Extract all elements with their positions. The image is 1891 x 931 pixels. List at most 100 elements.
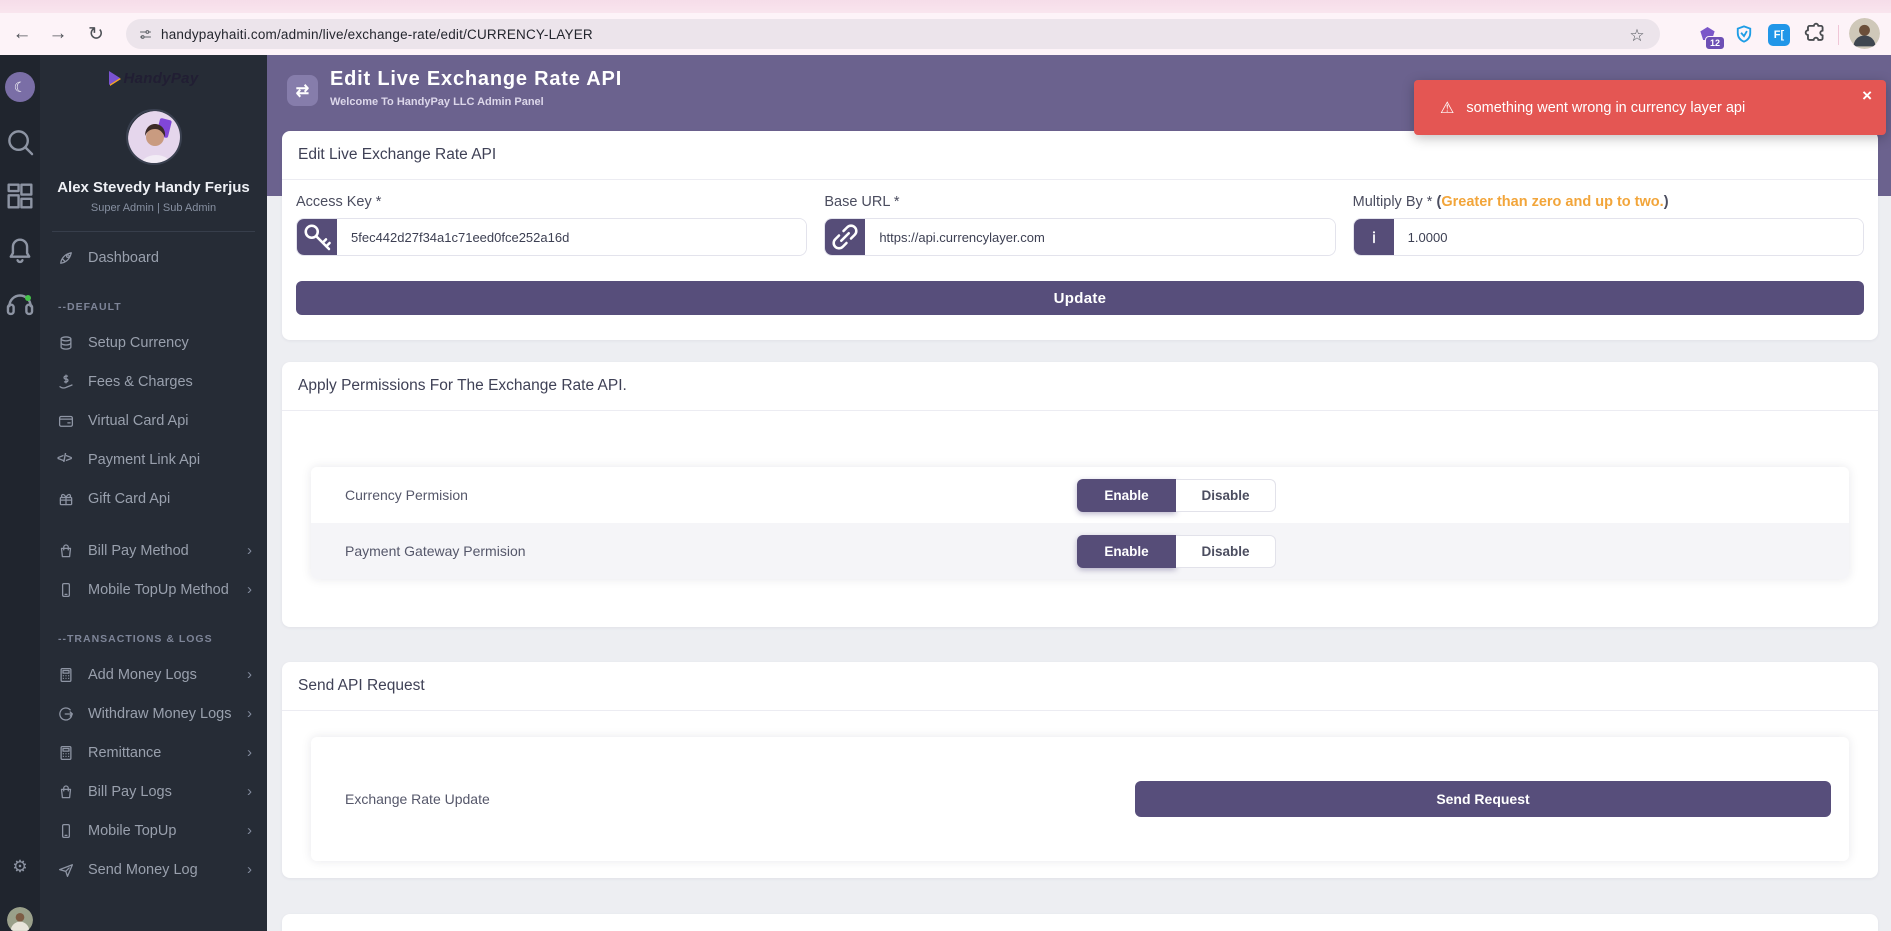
sidebar-item-gift-card-api[interactable]: Gift Card Api (40, 479, 267, 518)
coins-icon (57, 334, 75, 352)
permissions-card: Apply Permissions For The Exchange Rate … (282, 362, 1878, 627)
reload-button[interactable]: ↻ (82, 20, 110, 48)
access-key-label: Access Key (296, 194, 372, 210)
page-title: Edit Live Exchange Rate API (330, 68, 622, 91)
permission-row-payment-gateway: Payment Gateway Permision Enable Disable (311, 523, 1849, 579)
bookmark-star-icon[interactable]: ☆ (1623, 22, 1651, 50)
forward-button[interactable]: → (44, 20, 72, 48)
next-card-partial (282, 914, 1878, 931)
sidebar-item-setup-currency[interactable]: Setup Currency (40, 323, 267, 362)
browser-toolbar: ← → ↻ handypayhaiti.com/admin/live/excha… (0, 13, 1891, 55)
link-icon (825, 219, 865, 255)
icon-rail: ☾ ⚙ (0, 55, 40, 931)
browser-profile-avatar[interactable] (1849, 18, 1880, 49)
warning-icon: ⚠ (1440, 98, 1454, 118)
permission-row-currency: Currency Permision Enable Disable (311, 467, 1849, 523)
send-api-request-title: Send API Request (282, 662, 1878, 711)
settings-gear-icon[interactable]: ⚙ (0, 850, 40, 884)
chevron-right-icon: › (247, 581, 252, 598)
sidebar-menu: Dashboard --DEFAULT Setup Currency Fees … (40, 238, 267, 889)
main-content: ⇄ Edit Live Exchange Rate API Welcome To… (267, 55, 1891, 931)
address-bar[interactable]: handypayhaiti.com/admin/live/exchange-ra… (126, 19, 1660, 49)
update-button[interactable]: Update (296, 281, 1864, 315)
rail-user-avatar[interactable] (7, 907, 33, 931)
toast-close-icon[interactable]: × (1862, 86, 1872, 106)
code-icon: </> (57, 451, 75, 469)
handypay-logo[interactable]: HandyPay (40, 55, 267, 101)
chevron-right-icon: › (247, 822, 252, 839)
wallet-icon (57, 412, 75, 430)
exchange-icon: ⇄ (287, 75, 318, 106)
currency-disable-button[interactable]: Disable (1176, 479, 1276, 512)
shield-extension-icon[interactable] (1731, 21, 1757, 47)
multiply-by-label: Multiply By (1353, 194, 1423, 210)
permissions-card-title: Apply Permissions For The Exchange Rate … (282, 362, 1878, 411)
chevron-right-icon: › (247, 744, 252, 761)
extensions-puzzle-icon[interactable] (1802, 21, 1828, 47)
sidebar-item-mobile-topup-method[interactable]: Mobile TopUp Method › (40, 570, 267, 609)
sidebar-item-remittance[interactable]: Remittance › (40, 733, 267, 772)
toolbar-separator (1838, 25, 1839, 45)
user-name: Alex Stevedy Handy Ferjus (40, 179, 267, 196)
payment-gateway-disable-button[interactable]: Disable (1176, 535, 1276, 568)
info-icon (1354, 219, 1394, 255)
withdraw-arrow-icon (57, 705, 75, 723)
sidebar-section-default: --DEFAULT (40, 277, 267, 323)
gift-icon (57, 490, 75, 508)
apps-grid-icon[interactable] (0, 179, 40, 213)
chevron-right-icon: › (247, 666, 252, 683)
base-url-input[interactable] (865, 219, 1334, 255)
user-role: Super Admin | Sub Admin (40, 202, 267, 214)
card-title: Edit Live Exchange Rate API (282, 131, 1878, 180)
site-info-icon[interactable] (138, 27, 153, 42)
sidebar-item-bill-pay-method[interactable]: Bill Pay Method › (40, 531, 267, 570)
sidebar-divider (52, 231, 255, 232)
sidebar-item-virtual-card-api[interactable]: Virtual Card Api (40, 401, 267, 440)
logo-text: HandyPay (124, 70, 199, 87)
sidebar-item-fees-charges[interactable]: Fees & Charges (40, 362, 267, 401)
sidebar-item-payment-link-api[interactable]: </> Payment Link Api (40, 440, 267, 479)
moon-icon: ☾ (14, 79, 27, 96)
shopping-bag-icon (57, 783, 75, 801)
send-request-button[interactable]: Send Request (1135, 781, 1831, 817)
admin-app: ☾ ⚙ HandyPay (0, 55, 1891, 931)
error-toast: ⚠ something went wrong in currency layer… (1414, 80, 1886, 135)
shopping-bag-icon (57, 542, 75, 560)
f-extension-icon[interactable]: F[ (1766, 21, 1792, 47)
online-status-dot (25, 295, 31, 301)
multiply-by-input[interactable] (1394, 219, 1863, 255)
dark-mode-toggle[interactable]: ☾ (5, 72, 35, 102)
extension-purple-icon[interactable]: 12 (1694, 21, 1720, 47)
tab-strip (0, 0, 1891, 13)
field-access-key: Access Key * (296, 194, 807, 256)
chevron-right-icon: › (247, 861, 252, 878)
chevron-right-icon: › (247, 542, 252, 559)
back-button[interactable]: ← (8, 20, 36, 48)
notifications-bell-icon[interactable] (0, 234, 40, 268)
toast-message: something went wrong in currency layer a… (1466, 100, 1745, 116)
sidebar: HandyPay Alex Stevedy Handy Ferjus Super… (40, 55, 267, 931)
fees-hand-dollar-icon (57, 373, 75, 391)
currency-permission-label: Currency Permision (345, 487, 468, 503)
edit-exchange-rate-card: Edit Live Exchange Rate API Access Key * (282, 131, 1878, 340)
payment-gateway-permission-label: Payment Gateway Permision (345, 543, 526, 559)
sidebar-item-add-money-logs[interactable]: Add Money Logs › (40, 655, 267, 694)
support-headset-icon[interactable] (0, 287, 40, 321)
key-icon (297, 219, 337, 255)
send-api-request-card: Send API Request Exchange Rate Update Se… (282, 662, 1878, 878)
sidebar-item-bill-pay-logs[interactable]: Bill Pay Logs › (40, 772, 267, 811)
search-icon[interactable] (0, 125, 40, 159)
calculator-icon (57, 744, 75, 762)
sidebar-item-send-money-log[interactable]: Send Money Log › (40, 850, 267, 889)
sidebar-item-withdraw-money-logs[interactable]: Withdraw Money Logs › (40, 694, 267, 733)
sidebar-item-dashboard[interactable]: Dashboard (40, 238, 267, 277)
paper-plane-icon (57, 861, 75, 879)
currency-enable-button[interactable]: Enable (1077, 479, 1176, 512)
profile-avatar (126, 109, 182, 165)
payment-gateway-enable-button[interactable]: Enable (1077, 535, 1176, 568)
sidebar-item-mobile-topup[interactable]: Mobile TopUp › (40, 811, 267, 850)
sidebar-section-transactions: --TRANSACTIONS & LOGS (40, 609, 267, 655)
phone-icon (57, 581, 75, 599)
access-key-input[interactable] (337, 219, 806, 255)
browser-chrome: ← → ↻ handypayhaiti.com/admin/live/excha… (0, 0, 1891, 55)
